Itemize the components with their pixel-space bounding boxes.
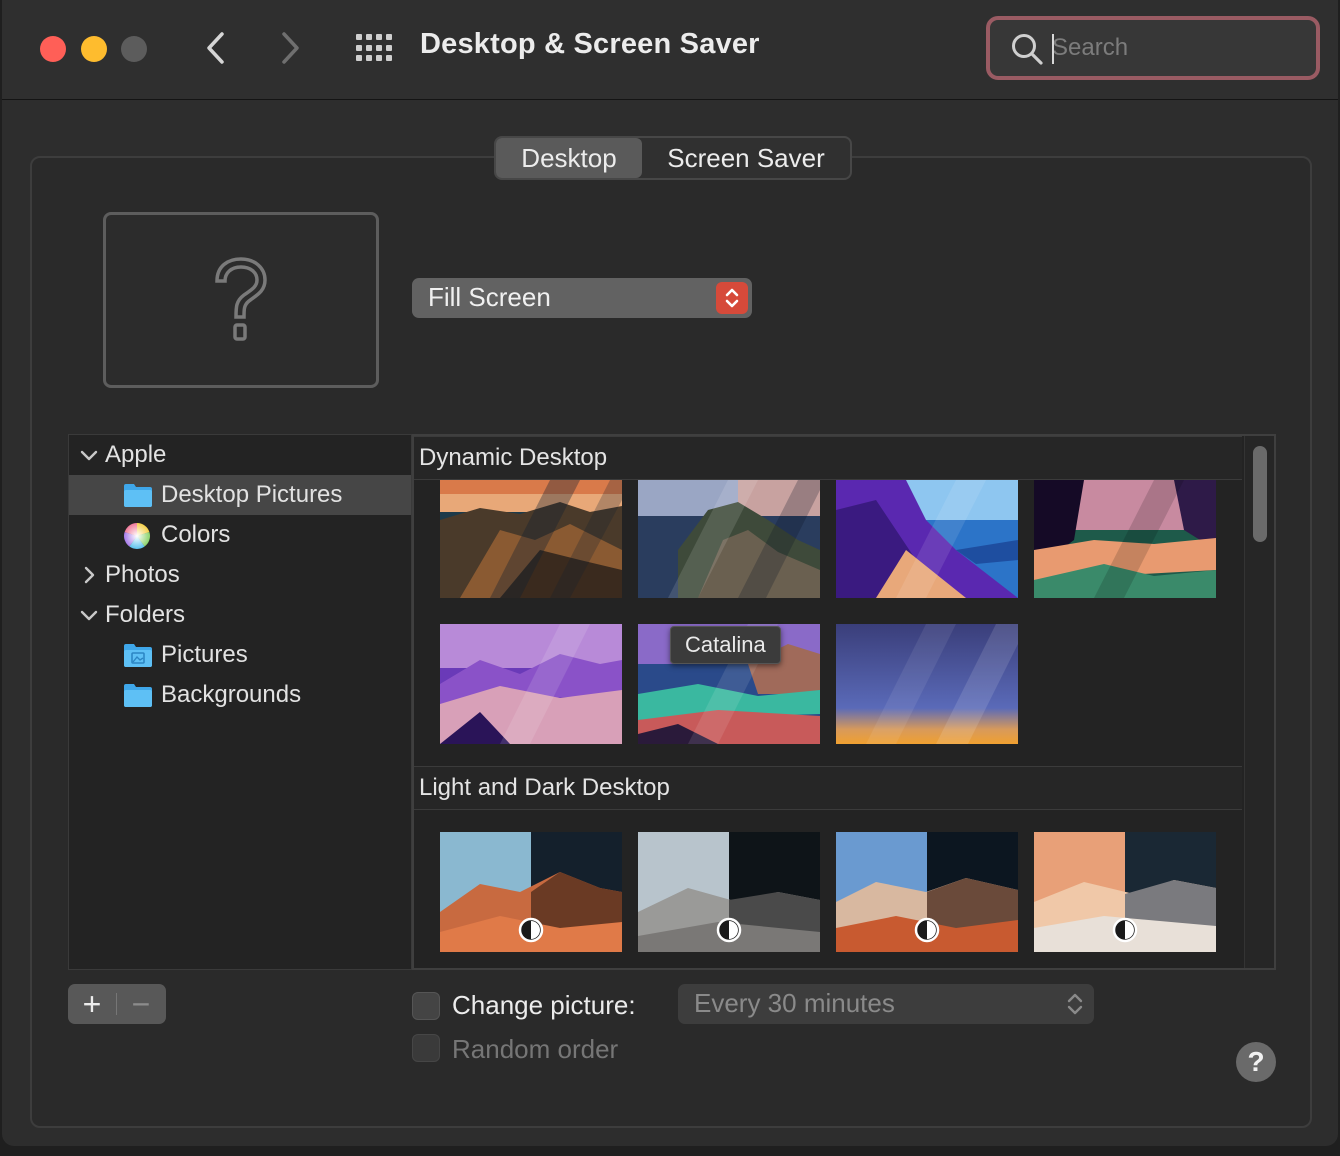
chevron-left-icon: [207, 32, 224, 64]
chevron-right-icon[interactable]: [79, 565, 99, 585]
sidebar-item-photos[interactable]: Photos: [69, 555, 411, 595]
wallpaper-thumbnail[interactable]: [836, 480, 1018, 598]
back-button[interactable]: [196, 28, 236, 68]
sidebar-item-label: Photos: [105, 561, 180, 588]
wallpaper-thumbnail[interactable]: [836, 832, 1018, 952]
search-input[interactable]: [1052, 30, 1302, 66]
change-picture-label: Change picture:: [452, 990, 636, 1020]
tab-control: Desktop Screen Saver: [494, 136, 852, 180]
system-preferences-window: Desktop & Screen Saver Desktop Screen Sa…: [2, 0, 1338, 1146]
section-header-dynamic: Dynamic Desktop: [414, 436, 1242, 480]
source-list: Apple Desktop Pictures Colors Photos Fol…: [68, 434, 412, 970]
forward-button[interactable]: [270, 28, 310, 68]
folder-icon: [124, 484, 152, 507]
sidebar-item-label: Pictures: [161, 641, 248, 668]
random-order-label: Random order: [452, 1034, 619, 1064]
random-order-checkbox[interactable]: [412, 1034, 440, 1062]
folder-icon: [124, 684, 152, 707]
question-mark-icon: [215, 257, 267, 341]
remove-folder-button[interactable]: −: [117, 984, 165, 1024]
vertical-scrollbar[interactable]: [1244, 436, 1274, 968]
interval-value: Every 30 minutes: [694, 988, 895, 1018]
sidebar-item-backgrounds[interactable]: Backgrounds: [69, 675, 411, 715]
desktop-preview: [103, 212, 379, 388]
wallpaper-thumbnail[interactable]: [440, 624, 622, 744]
minimize-button[interactable]: [81, 36, 107, 62]
show-all-grid-icon[interactable]: [354, 30, 394, 66]
pictures-folder-icon: [124, 644, 152, 667]
sidebar-item-folders[interactable]: Folders: [69, 595, 411, 635]
search-icon: [1012, 34, 1043, 65]
change-picture-checkbox[interactable]: [412, 992, 440, 1020]
change-interval-popup[interactable]: Every 30 minutes: [678, 984, 1094, 1024]
tab-screen-saver[interactable]: Screen Saver: [642, 138, 850, 178]
wallpaper-thumbnail[interactable]: [440, 832, 622, 952]
wallpaper-thumbnail[interactable]: [440, 480, 622, 598]
sidebar-item-apple[interactable]: Apple: [69, 435, 411, 475]
fit-mode-value: Fill Screen: [428, 282, 551, 312]
wallpaper-thumbnail[interactable]: [1034, 832, 1216, 952]
sidebar-item-label: Apple: [105, 441, 167, 468]
wallpaper-thumbnail[interactable]: [836, 624, 1018, 744]
sidebar-item-label: Desktop Pictures: [161, 481, 343, 508]
search-field[interactable]: [986, 16, 1320, 80]
chevron-down-icon[interactable]: [79, 605, 99, 625]
color-wheel-icon: [123, 522, 151, 549]
close-button[interactable]: [40, 36, 66, 62]
tab-desktop[interactable]: Desktop: [496, 138, 642, 178]
tooltip: Catalina: [670, 626, 781, 664]
wallpaper-browser: Dynamic Desktop Light and Dark Desktop: [412, 434, 1276, 970]
updown-chevron-icon: [1067, 993, 1083, 1015]
sidebar-item-label: Backgrounds: [161, 681, 302, 708]
sidebar-item-label: Folders: [105, 601, 186, 628]
fit-mode-popup[interactable]: Fill Screen: [412, 278, 752, 318]
section-header-light-dark: Light and Dark Desktop: [414, 766, 1242, 810]
chevron-right-icon: [282, 32, 299, 64]
sidebar-item-pictures[interactable]: Pictures: [69, 635, 411, 675]
add-folder-button[interactable]: +: [68, 984, 116, 1024]
sidebar-item-colors[interactable]: Colors: [69, 515, 411, 555]
wallpaper-thumbnail[interactable]: [638, 832, 820, 952]
updown-chevron-icon: [716, 282, 748, 314]
text-caret: [1052, 34, 1054, 64]
chevron-down-icon[interactable]: [79, 445, 99, 465]
sidebar-item-label: Colors: [161, 521, 231, 548]
sidebar-item-desktop-pictures[interactable]: Desktop Pictures: [69, 475, 411, 515]
scrollbar-thumb[interactable]: [1253, 446, 1267, 542]
window-title: Desktop & Screen Saver: [420, 28, 760, 60]
wallpaper-thumbnail[interactable]: [1034, 480, 1216, 598]
title-bar: Desktop & Screen Saver: [2, 0, 1338, 100]
zoom-button[interactable]: [121, 36, 147, 62]
wallpaper-thumbnail[interactable]: [638, 480, 820, 598]
help-button[interactable]: ?: [1236, 1042, 1276, 1082]
add-remove-control: + −: [68, 984, 166, 1024]
